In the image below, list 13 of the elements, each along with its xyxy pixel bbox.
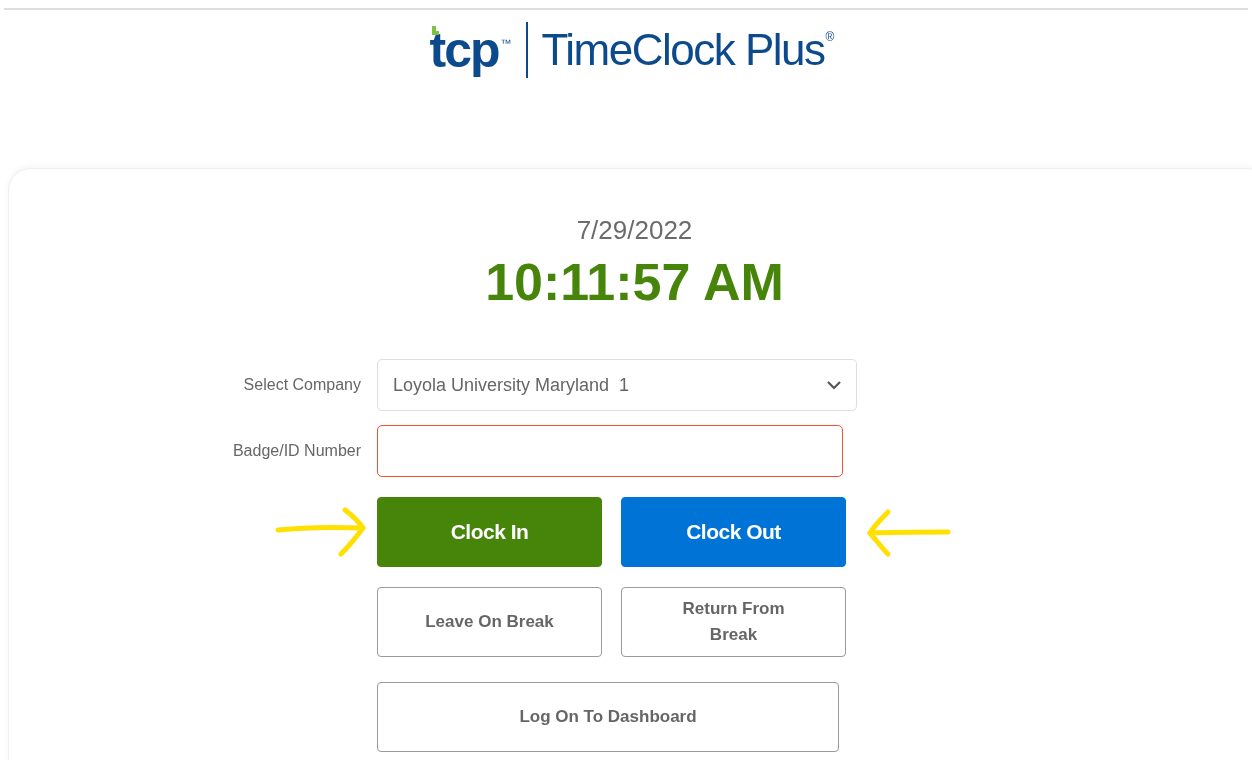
- action-button[interactable]: Leave On Break: [377, 587, 602, 657]
- badge-input-field[interactable]: [377, 425, 843, 477]
- action-button[interactable]: Clock Out: [621, 497, 846, 567]
- field-label: Select Company: [242, 375, 361, 395]
- chevron-down-icon: [827, 380, 841, 390]
- logo: tcp™ TimeClock Plus®: [428, 21, 836, 80]
- action-button[interactable]: Return From Break: [621, 587, 846, 657]
- action-button[interactable]: Log On To Dashboard: [377, 682, 839, 752]
- company-select[interactable]: Loyola University Maryland 1: [377, 359, 857, 411]
- time-text: 10:11:57 AM: [485, 252, 784, 313]
- date-text: 7/29/2022: [576, 214, 693, 247]
- field-label: Badge/ID Number: [231, 441, 361, 461]
- action-button[interactable]: Clock In: [377, 497, 602, 567]
